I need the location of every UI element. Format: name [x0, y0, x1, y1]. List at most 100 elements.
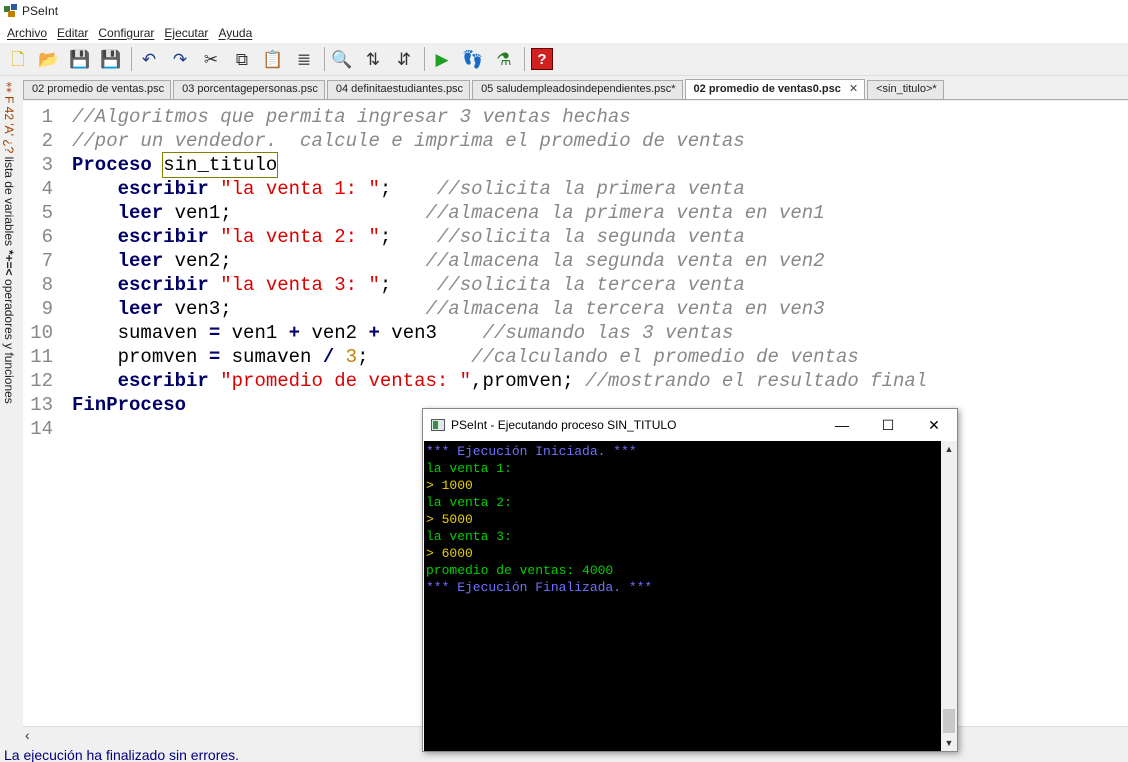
scroll-up-icon[interactable]: ▲: [941, 441, 957, 457]
console-line: *** Ejecución Iniciada. ***: [426, 444, 637, 459]
comment: //sumando las 3 ventas: [482, 322, 734, 344]
code-line[interactable]: 7 leer ven2; //almacena la segunda venta…: [23, 249, 927, 273]
keyword: escribir: [117, 226, 209, 248]
scroll-left-icon[interactable]: ‹: [25, 727, 30, 743]
operators-panel-toggle[interactable]: *+=< operadores y funciones: [2, 250, 16, 404]
line-number: 6: [41, 226, 53, 248]
keyword: /: [322, 346, 335, 368]
code-text: promven: [72, 346, 209, 368]
keyword: +: [288, 322, 301, 344]
step-by-step-icon: 👣: [462, 49, 484, 69]
line-number: 7: [41, 250, 53, 272]
string-literal: "la venta 3: ": [220, 274, 380, 296]
code-line[interactable]: 8 escribir "la venta 3: "; //solicita la…: [23, 273, 927, 297]
open-file-button[interactable]: 📂: [35, 45, 63, 73]
file-tab[interactable]: 04 definitaestudiantes.psc: [326, 80, 471, 99]
run-button[interactable]: ▶: [428, 45, 456, 73]
flowchart-icon: ⚗: [496, 49, 512, 69]
code-line[interactable]: 2 //por un vendedor. calcule e imprima el…: [23, 129, 927, 153]
code-text: ven3: [379, 322, 483, 344]
pseint-app-icon: [4, 4, 18, 18]
console-output[interactable]: *** Ejecución Iniciada. *** la venta 1: > …: [424, 441, 941, 751]
line-number: 3: [41, 154, 53, 176]
console-title-bar: PSeInt - Ejecutando proceso SIN_TITULO —…: [423, 409, 957, 441]
find-button[interactable]: 🔍: [328, 45, 356, 73]
menu-configurar[interactable]: Configurar: [93, 26, 159, 40]
copy-button[interactable]: ⧉: [228, 45, 256, 73]
find-previous-button[interactable]: ⇅: [359, 45, 387, 73]
code-text: ;: [357, 346, 472, 368]
operators-label: operadores y funciones: [2, 279, 16, 404]
comment: //solicita la tercera venta: [436, 274, 745, 296]
file-tab[interactable]: 03 porcentagepersonas.psc: [173, 80, 325, 99]
minimize-button[interactable]: —: [819, 410, 865, 440]
flowchart-button[interactable]: ⚗: [490, 45, 518, 73]
console-scrollbar[interactable]: ▲ ▼: [941, 441, 957, 751]
menu-ejecutar[interactable]: Ejecutar: [159, 26, 213, 40]
line-number: 11: [30, 346, 53, 368]
file-tab[interactable]: 02 promedio de ventas0.psc ✕: [684, 79, 866, 99]
string-literal: "la venta 1: ": [220, 178, 380, 200]
line-number: 8: [41, 274, 53, 296]
code-text: ven3;: [163, 298, 426, 320]
file-tab[interactable]: 05 saludempleadosindependientes.psc*: [472, 80, 683, 99]
console-scroll-thumb[interactable]: [943, 709, 955, 733]
number-literal: 3: [345, 346, 358, 368]
line-number: 14: [30, 418, 53, 440]
console-line: > 5000: [426, 512, 473, 527]
undo-button[interactable]: ↶: [135, 45, 163, 73]
code-line[interactable]: 5 leer ven1; //almacena la primera venta…: [23, 201, 927, 225]
paste-button[interactable]: 📋: [259, 45, 287, 73]
code-line[interactable]: 9 leer ven3; //almacena la tercera venta…: [23, 297, 927, 321]
copy-icon: ⧉: [235, 49, 249, 69]
comment: //almacena la primera venta en ven1: [425, 202, 825, 224]
menu-archivo[interactable]: Archivo: [2, 26, 52, 40]
code-text: ven2: [300, 322, 369, 344]
toolbar-separator: [424, 47, 425, 71]
new-file-button[interactable]: 🗋: [4, 45, 32, 73]
save-icon: 💾: [69, 49, 91, 69]
indent-button[interactable]: ≣: [290, 45, 318, 73]
save-as-button[interactable]: 💾: [97, 45, 125, 73]
close-button[interactable]: ✕: [911, 410, 957, 440]
cut-button[interactable]: ✂: [197, 45, 225, 73]
string-literal: "la venta 2: ": [220, 226, 380, 248]
menu-bar: Archivo Editar Configurar Ejecutar Ayuda: [0, 22, 1128, 43]
variables-panel-toggle[interactable]: ⁑F 42 'A' ¿? lista de variables: [2, 82, 16, 246]
code-line[interactable]: 10 sumaven = ven1 + ven2 + ven3 //sumand…: [23, 321, 927, 345]
find-next-button[interactable]: ⇵: [390, 45, 418, 73]
code-line[interactable]: 12 escribir "promedio de ventas: " ,promv…: [23, 369, 927, 393]
menu-ayuda[interactable]: Ayuda: [213, 26, 257, 40]
line-number: 10: [30, 322, 53, 344]
file-tab-label: <sin_titulo>*: [876, 83, 937, 95]
code-text: ,promven;: [471, 370, 586, 392]
menu-editar[interactable]: Editar: [52, 26, 93, 40]
save-button[interactable]: 💾: [66, 45, 94, 73]
redo-button[interactable]: ↷: [166, 45, 194, 73]
comment: //solicita la primera venta: [436, 178, 745, 200]
code-line[interactable]: 1 //Algoritmos que permita ingresar 3 ven…: [23, 105, 927, 129]
comment: //Algoritmos que permita ingresar 3 vent…: [72, 106, 631, 128]
file-tab[interactable]: <sin_titulo>*: [867, 80, 944, 99]
close-tab-icon[interactable]: ✕: [849, 83, 858, 95]
code-line[interactable]: 6 escribir "la venta 2: "; //solicita la…: [23, 225, 927, 249]
step-by-step-button[interactable]: 👣: [459, 45, 487, 73]
open-file-icon: 📂: [38, 49, 60, 69]
code-line[interactable]: 11 promven = sumaven / 3; //calculando e…: [23, 345, 927, 369]
code-line[interactable]: 4 escribir "la venta 1: "; //solicita la…: [23, 177, 927, 201]
operators-symbols: *+=<: [2, 250, 16, 276]
help-button[interactable]: ?: [528, 45, 556, 73]
maximize-button[interactable]: ☐: [865, 410, 911, 440]
file-tab[interactable]: 02 promedio de ventas.psc: [23, 80, 172, 99]
scroll-down-icon[interactable]: ▼: [941, 735, 957, 751]
comment: //almacena la segunda venta en ven2: [425, 250, 825, 272]
console-line: promedio de ventas: 4000: [426, 563, 614, 578]
code-line[interactable]: 3 Proceso sin_titulo: [23, 152, 927, 178]
keyword: =: [208, 322, 221, 344]
